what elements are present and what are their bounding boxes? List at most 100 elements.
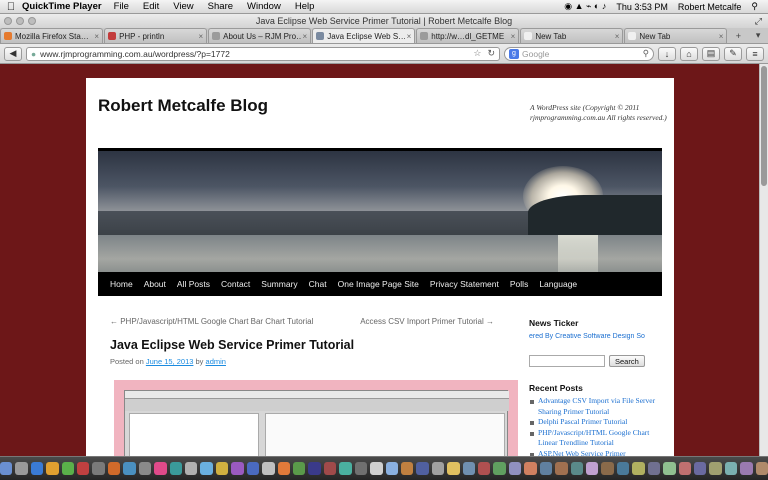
downloads-button[interactable]: ↓ xyxy=(658,46,676,61)
dock-app-icon[interactable] xyxy=(138,462,152,475)
search-icon[interactable]: ⚲ xyxy=(643,48,649,59)
news-ticker-text[interactable]: ered By Creative Software Design So xyxy=(529,333,669,340)
tab-close-icon[interactable]: × xyxy=(94,32,99,41)
nav-item[interactable]: Privacy Statement xyxy=(430,279,499,289)
dock-app-icon[interactable] xyxy=(693,462,707,475)
tab-close-icon[interactable]: × xyxy=(511,32,516,41)
dock-app-icon[interactable] xyxy=(724,462,738,475)
close-window-button[interactable] xyxy=(4,17,12,25)
tab-close-icon[interactable]: × xyxy=(615,32,620,41)
browser-tab[interactable]: PHP - println × xyxy=(104,28,208,43)
menubar-clock[interactable]: Thu 3:53 PM xyxy=(616,2,668,12)
dock-app-icon[interactable] xyxy=(123,462,136,475)
firefox-menu-button[interactable]: ≡ xyxy=(746,46,764,61)
dock-app-icon[interactable] xyxy=(354,462,368,475)
menu-view[interactable]: View xyxy=(173,1,193,12)
nav-item[interactable]: Chat xyxy=(309,279,327,289)
dock-app-icon[interactable] xyxy=(493,462,506,475)
menu-file[interactable]: File xyxy=(114,1,129,12)
next-post-link[interactable]: Access CSV Import Primer Tutorial → xyxy=(360,317,494,326)
browser-tab[interactable]: About Us – RJM Pro… × xyxy=(208,28,312,43)
dock-app-icon[interactable] xyxy=(400,462,414,475)
tab-close-icon[interactable]: × xyxy=(303,32,308,41)
dock-app-icon[interactable] xyxy=(246,462,260,475)
previous-post-link[interactable]: ← PHP/Javascript/HTML Google Chart Bar C… xyxy=(110,317,313,326)
dock-app-icon[interactable] xyxy=(524,462,537,475)
dock-app-icon[interactable] xyxy=(570,462,583,475)
dock-app-icon[interactable] xyxy=(308,462,321,475)
post-date-link[interactable]: June 15, 2013 xyxy=(146,357,194,366)
menubar-user[interactable]: Robert Metcalfe xyxy=(678,2,742,12)
dock-app-icon[interactable] xyxy=(154,462,167,475)
addon-button[interactable]: ✎ xyxy=(724,46,742,61)
nav-item[interactable]: Home xyxy=(110,279,133,289)
dock-app-icon[interactable] xyxy=(647,462,661,475)
dock-app-icon[interactable] xyxy=(231,462,244,475)
dock-app-icon[interactable] xyxy=(0,462,13,475)
menu-help[interactable]: Help xyxy=(295,1,315,12)
browser-tab[interactable]: New Tab × xyxy=(520,28,624,43)
recent-post-link[interactable]: Delphi Pascal Primer Tutorial xyxy=(529,417,669,428)
dock-app-icon[interactable] xyxy=(478,462,491,475)
post-screenshot-image[interactable] xyxy=(114,380,518,456)
nav-item[interactable]: All Posts xyxy=(177,279,210,289)
home-button[interactable]: ⌂ xyxy=(680,46,698,61)
browser-tab[interactable]: Mozilla Firefox Sta… × xyxy=(0,28,104,43)
browser-tab[interactable]: New Tab × xyxy=(624,28,728,43)
back-button[interactable]: ◀ xyxy=(4,46,22,61)
bookmark-star-icon[interactable]: ☆ xyxy=(473,48,481,59)
sidebar-search-button[interactable]: Search xyxy=(609,355,645,367)
dock-app-icon[interactable] xyxy=(601,462,614,475)
nav-item[interactable]: Summary xyxy=(261,279,297,289)
dock-app-icon[interactable] xyxy=(740,462,753,475)
dock-app-icon[interactable] xyxy=(616,462,630,475)
recent-post-link[interactable]: ASP.Net Web Service Primer xyxy=(529,449,669,456)
dock-app-icon[interactable] xyxy=(462,462,476,475)
address-bar[interactable]: ● www.rjmprogramming.com.au/wordpress/?p… xyxy=(26,46,500,61)
dock-app-icon[interactable] xyxy=(585,462,599,475)
author-link[interactable]: admin xyxy=(206,357,226,366)
page-scrollbar[interactable] xyxy=(759,64,768,456)
spotlight-icon[interactable]: ⚲ xyxy=(751,1,758,12)
tab-list-icon[interactable]: ▾ xyxy=(748,28,768,43)
page-viewport[interactable]: Robert Metcalfe Blog A WordPress site (C… xyxy=(0,64,768,456)
dock-app-icon[interactable] xyxy=(15,462,28,475)
dock-app-icon[interactable] xyxy=(169,462,183,475)
dock-app-icon[interactable] xyxy=(323,462,337,475)
dock-app-icon[interactable] xyxy=(262,462,275,475)
dock-app-icon[interactable] xyxy=(339,462,352,475)
search-bar[interactable]: g Google ⚲ xyxy=(504,46,654,61)
tab-close-icon[interactable]: × xyxy=(407,32,412,41)
tab-close-icon[interactable]: × xyxy=(719,32,724,41)
dock-app-icon[interactable] xyxy=(77,462,90,475)
dock-app-icon[interactable] xyxy=(678,462,691,475)
menu-edit[interactable]: Edit xyxy=(143,1,159,12)
menu-share[interactable]: Share xyxy=(208,1,233,12)
apple-menu-icon[interactable]:  xyxy=(0,1,22,13)
dock-app-icon[interactable] xyxy=(709,462,722,475)
dock-app-icon[interactable] xyxy=(92,462,105,475)
dock-app-icon[interactable] xyxy=(30,462,44,475)
dock-app-icon[interactable] xyxy=(61,462,75,475)
dock-app-icon[interactable] xyxy=(663,462,676,475)
browser-tab[interactable]: Java Eclipse Web S… × xyxy=(312,28,416,43)
dock-app-icon[interactable] xyxy=(385,462,398,475)
dock-app-icon[interactable] xyxy=(185,462,198,475)
nav-item[interactable]: About xyxy=(144,279,166,289)
dock-app-icon[interactable] xyxy=(755,462,768,475)
minimize-window-button[interactable] xyxy=(16,17,24,25)
nav-item[interactable]: Contact xyxy=(221,279,250,289)
fullscreen-icon[interactable]: ⤢ xyxy=(755,16,762,27)
zoom-window-button[interactable] xyxy=(28,17,36,25)
bookmarks-menu-button[interactable]: ▤ xyxy=(702,46,720,61)
dock-app-icon[interactable] xyxy=(292,462,306,475)
sidebar-search-input[interactable] xyxy=(529,355,605,367)
browser-tab[interactable]: http://w…dl_GETME × xyxy=(416,28,520,43)
nav-item[interactable]: Polls xyxy=(510,279,528,289)
tab-close-icon[interactable]: × xyxy=(198,32,203,41)
nav-item[interactable]: One Image Page Site xyxy=(338,279,419,289)
dock-app-icon[interactable] xyxy=(215,462,229,475)
status-icons[interactable]: ◉ ▲ ⌁ ◐ ♪ xyxy=(564,1,606,12)
dock-app-icon[interactable] xyxy=(370,462,383,475)
dock-app-icon[interactable] xyxy=(508,462,522,475)
